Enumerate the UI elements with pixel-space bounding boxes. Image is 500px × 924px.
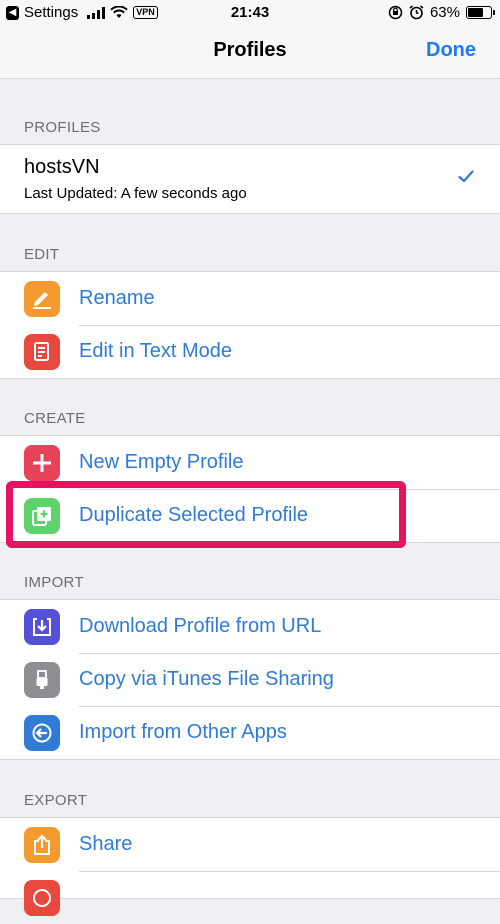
edit-in-text-mode-label: Edit in Text Mode — [79, 340, 233, 362]
share-label: Share — [79, 833, 133, 855]
section-header-edit: EDIT — [24, 246, 60, 263]
usb-icon — [24, 662, 60, 698]
import-arrow-icon — [24, 715, 60, 751]
section-header-profiles: PROFILES — [24, 119, 101, 136]
status-bar: ◀ Settings VPN 21:43 63% — [0, 0, 500, 26]
new-empty-profile-label: New Empty Profile — [79, 451, 244, 473]
rename-label: Rename — [79, 287, 155, 309]
next-export-row[interactable] — [0, 871, 500, 924]
export-group: Share — [0, 817, 500, 916]
rename-row[interactable]: Rename — [0, 272, 500, 325]
profile-name: hostsVN — [24, 156, 100, 178]
share-row[interactable]: Share — [0, 818, 500, 871]
navigation-bar: Profiles Done — [0, 26, 500, 79]
checkmark-icon — [458, 170, 474, 183]
import-from-other-apps-label: Import from Other Apps — [79, 721, 287, 743]
battery-percent: 63% — [429, 4, 460, 21]
import-group: Download Profile from URL Copy via iTune… — [0, 599, 500, 760]
plus-icon — [24, 445, 60, 481]
highlight-box — [6, 481, 406, 548]
edit-group: Rename Edit in Text Mode — [0, 271, 500, 379]
rename-pencil-icon — [24, 281, 60, 317]
page-title: Profiles — [213, 39, 287, 61]
edit-in-text-mode-row[interactable]: Edit in Text Mode — [0, 325, 500, 378]
profile-last-updated: Last Updated: A few seconds ago — [24, 185, 247, 202]
section-header-create: CREATE — [24, 410, 86, 427]
copy-via-itunes-row[interactable]: Copy via iTunes File Sharing — [0, 653, 500, 706]
download-profile-from-url-label: Download Profile from URL — [79, 615, 322, 637]
copy-via-itunes-label: Copy via iTunes File Sharing — [79, 668, 334, 690]
orientation-lock-icon — [388, 5, 403, 20]
download-profile-from-url-row[interactable]: Download Profile from URL — [0, 600, 500, 653]
battery-icon — [466, 6, 495, 19]
battery-fill — [468, 8, 484, 17]
done-button[interactable]: Done — [426, 39, 476, 62]
partial-row-icon — [24, 880, 60, 916]
profiles-group: hostsVN Last Updated: A few seconds ago — [0, 144, 500, 214]
section-header-import: IMPORT — [24, 574, 84, 591]
import-from-other-apps-row[interactable]: Import from Other Apps — [0, 706, 500, 759]
profile-row-hostsvn[interactable]: hostsVN Last Updated: A few seconds ago — [0, 145, 500, 213]
section-header-export: EXPORT — [24, 792, 88, 809]
download-icon — [24, 609, 60, 645]
alarm-icon — [409, 5, 424, 20]
share-icon — [24, 827, 60, 863]
text-document-icon — [24, 334, 60, 370]
